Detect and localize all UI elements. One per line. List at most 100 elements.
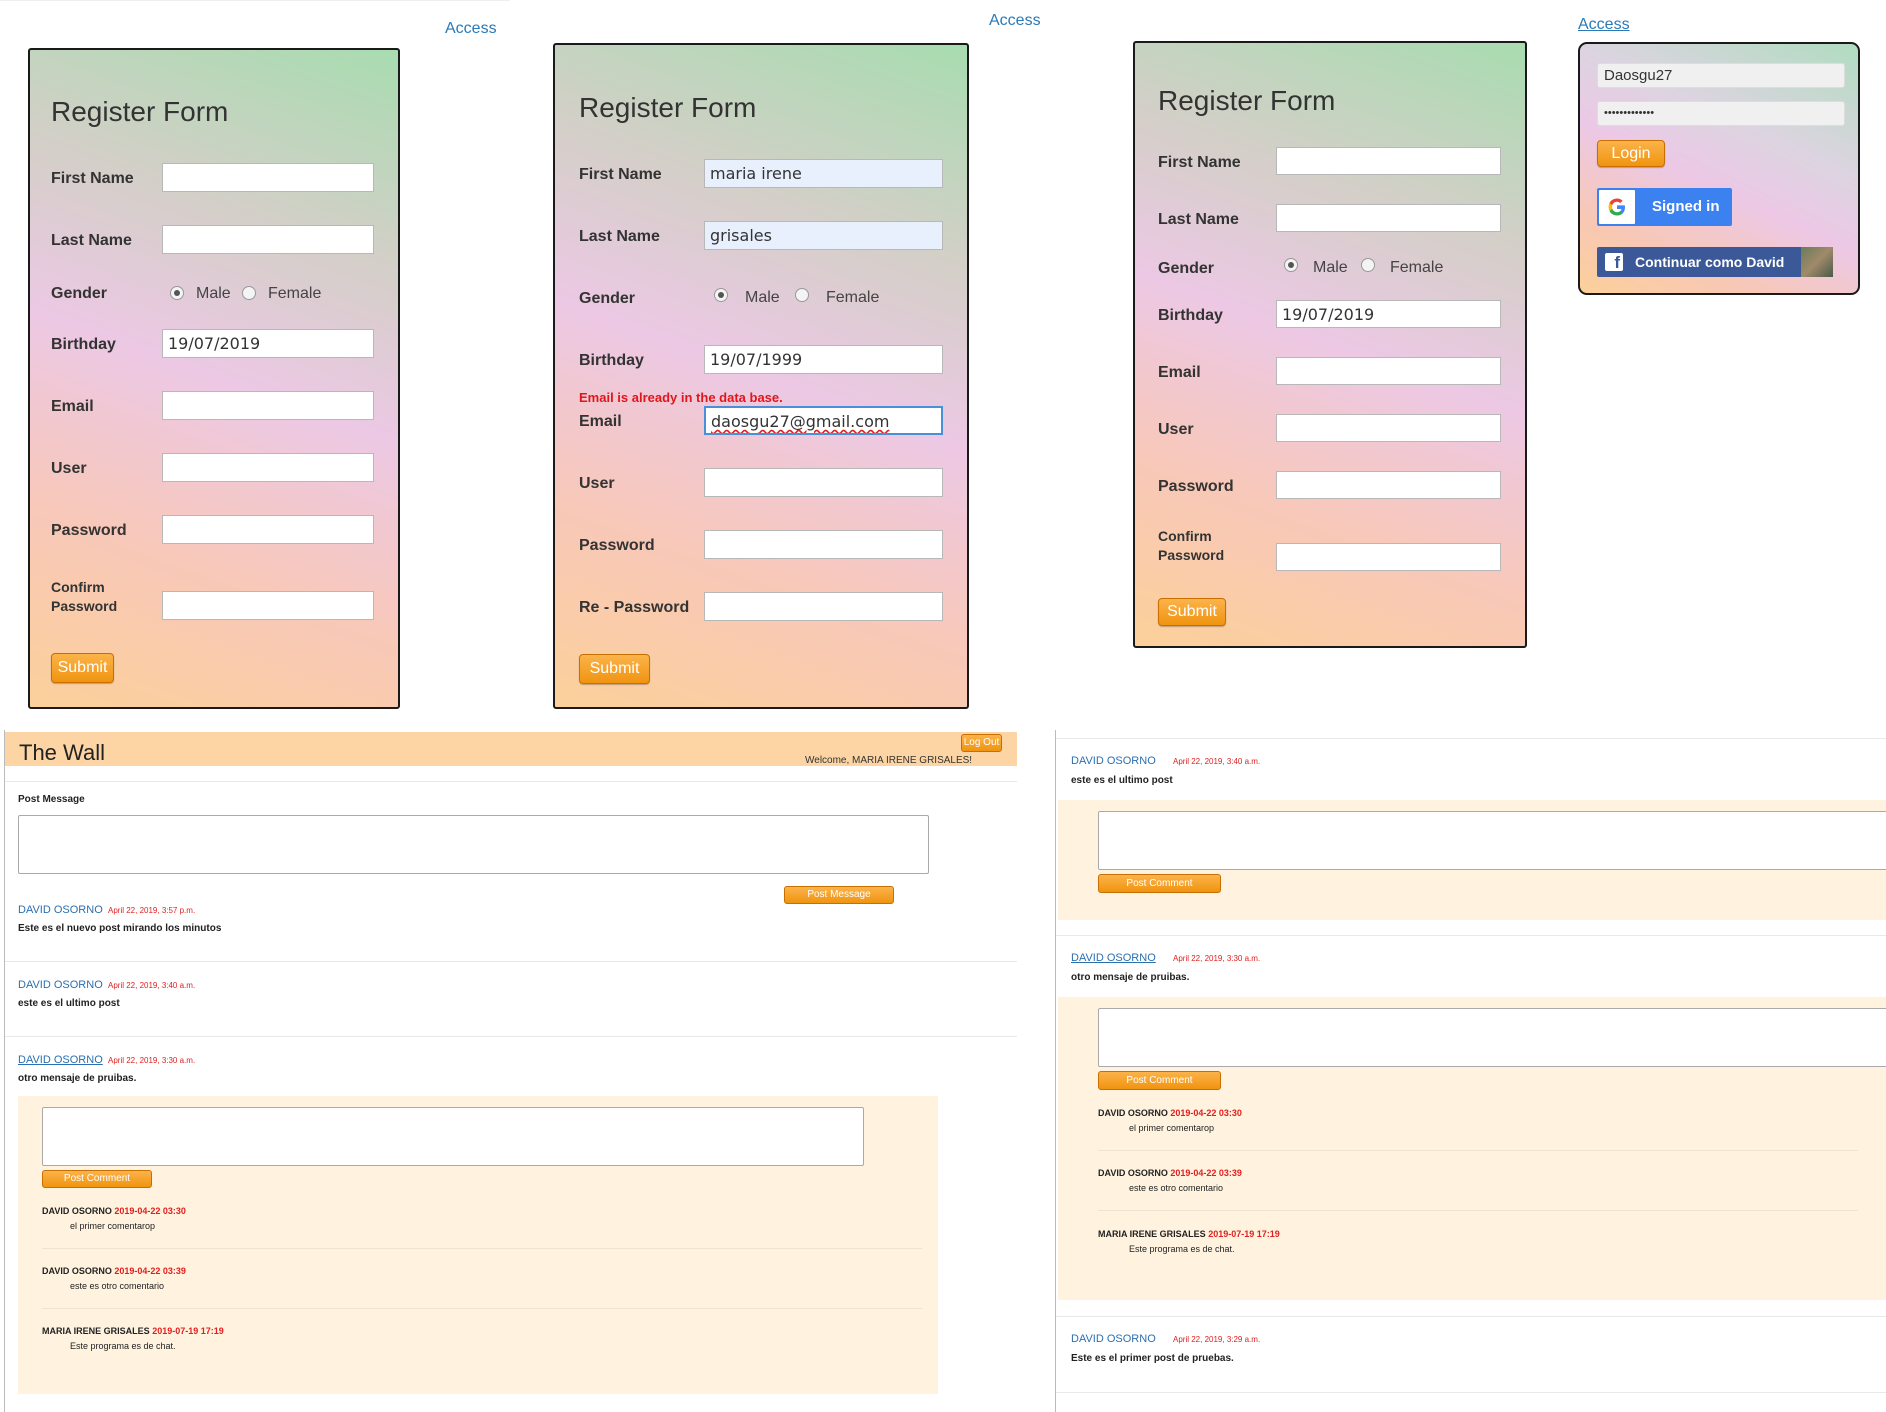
- google-signin-button[interactable]: Signed in: [1597, 188, 1732, 226]
- access-link-2[interactable]: Access: [989, 12, 1041, 30]
- comment-text: Este programa es de chat.: [1129, 1244, 1235, 1254]
- male-radio[interactable]: [170, 286, 184, 300]
- comment-author-name: DAVID OSORNO: [42, 1206, 112, 1216]
- user-input[interactable]: [1276, 414, 1501, 442]
- last-name-label: Last Name: [579, 228, 660, 245]
- first-name-input[interactable]: [1276, 147, 1501, 175]
- post-author[interactable]: DAVID OSORNO: [1071, 952, 1156, 964]
- female-radio[interactable]: [242, 286, 256, 300]
- post-comment-button[interactable]: Post Comment: [1098, 874, 1221, 893]
- post-author[interactable]: DAVID OSORNO: [1071, 1333, 1156, 1345]
- comment-textarea[interactable]: [1098, 811, 1886, 870]
- post-comment-button[interactable]: Post Comment: [42, 1170, 152, 1188]
- comment-timestamp: 2019-04-22 03:30: [114, 1206, 186, 1216]
- post-divider: [5, 1036, 1017, 1037]
- last-name-input[interactable]: [162, 225, 374, 254]
- comment-timestamp: 2019-07-19 17:19: [1208, 1229, 1280, 1239]
- comments-section: Post Comment: [1058, 800, 1886, 920]
- wall-header: The Wall Log Out Welcome, MARIA IRENE GR…: [5, 732, 1017, 766]
- comment-author-name: DAVID OSORNO: [1098, 1108, 1168, 1118]
- password-label: Password: [1158, 478, 1234, 495]
- female-radio[interactable]: [1361, 258, 1375, 272]
- login-panel: Daosgu27 ••••••••••••• Login Signed in f…: [1578, 42, 1860, 295]
- email-label: Email: [51, 398, 94, 415]
- submit-button[interactable]: Submit: [51, 653, 114, 683]
- submit-button[interactable]: Submit: [579, 654, 650, 684]
- first-name-input[interactable]: maria irene: [704, 159, 943, 188]
- access-link-3[interactable]: Access: [1578, 16, 1630, 34]
- email-input[interactable]: [1276, 357, 1501, 385]
- gender-label: Gender: [1158, 260, 1215, 277]
- post-text: este es el ultimo post: [18, 998, 120, 1009]
- comment-text: el primer comentarop: [1129, 1123, 1215, 1133]
- user-label: User: [1158, 421, 1194, 438]
- comment-timestamp: 2019-04-22 03:39: [1170, 1168, 1242, 1178]
- post-divider: [1056, 1316, 1886, 1317]
- last-name-input[interactable]: [1276, 204, 1501, 232]
- comment-text: este es otro comentario: [70, 1281, 165, 1291]
- female-radio[interactable]: [795, 288, 809, 302]
- post-message-textarea[interactable]: [18, 815, 929, 874]
- user-label: User: [579, 475, 615, 492]
- header-underline: [5, 781, 1017, 782]
- comment-text: este es otro comentario: [1129, 1183, 1224, 1193]
- post-timestamp: April 22, 2019, 3:30 a.m.: [1173, 954, 1261, 963]
- password-input[interactable]: [704, 530, 943, 559]
- password-input[interactable]: [162, 515, 374, 544]
- birthday-input[interactable]: 19/07/2019: [1276, 300, 1501, 328]
- welcome-message: Welcome, MARIA IRENE GRISALES!: [805, 755, 973, 766]
- confirm-password-input[interactable]: [1276, 543, 1501, 571]
- male-radio[interactable]: [714, 288, 728, 302]
- access-link[interactable]: Access: [445, 20, 497, 38]
- post-message-button[interactable]: Post Message: [784, 886, 894, 904]
- post-author[interactable]: DAVID OSORNO: [18, 979, 103, 991]
- birthday-input[interactable]: 19/07/1999: [704, 345, 943, 374]
- user-input[interactable]: [704, 468, 943, 497]
- first-name-label: First Name: [579, 166, 662, 183]
- gender-label: Gender: [579, 290, 636, 307]
- comment-author-name: MARIA IRENE GRISALES: [1098, 1229, 1206, 1239]
- confirm-password-input[interactable]: [162, 591, 374, 620]
- email-input[interactable]: daosgu27@gmail.com: [704, 406, 943, 435]
- post-timestamp: April 22, 2019, 3:40 a.m.: [108, 981, 196, 990]
- password-label: Password: [579, 537, 655, 554]
- first-name-input[interactable]: [162, 163, 374, 192]
- post-author[interactable]: DAVID OSORNO: [18, 904, 103, 916]
- post-timestamp: April 22, 2019, 3:57 p.m.: [108, 906, 196, 915]
- post-text: otro mensaje de pruibas.: [1071, 972, 1190, 983]
- post-author[interactable]: DAVID OSORNO: [18, 1054, 103, 1066]
- post-text: Este es el nuevo post mirando los minuto…: [18, 923, 222, 934]
- male-radio[interactable]: [1284, 258, 1298, 272]
- post-comment-button[interactable]: Post Comment: [1098, 1071, 1221, 1090]
- register-form-2: Register Form First Name maria irene Las…: [553, 43, 969, 709]
- google-button-label: Signed in: [1652, 198, 1720, 215]
- comment-author: MARIA IRENE GRISALES 2019-07-19 17:19: [1098, 1229, 1280, 1239]
- top-divider-line: [0, 0, 510, 1]
- gender-label: Gender: [51, 285, 108, 302]
- password-input[interactable]: •••••••••••••: [1597, 101, 1845, 126]
- email-input[interactable]: [162, 391, 374, 420]
- comment-author-name: DAVID OSORNO: [1098, 1168, 1168, 1178]
- comment-textarea[interactable]: [1098, 1008, 1886, 1067]
- last-name-input[interactable]: grisales: [704, 221, 943, 250]
- post-divider: [1056, 1392, 1886, 1393]
- username-input[interactable]: Daosgu27: [1597, 63, 1845, 88]
- post-author[interactable]: DAVID OSORNO: [1071, 755, 1156, 767]
- repassword-input[interactable]: [704, 592, 943, 621]
- top-divider: [1056, 738, 1886, 739]
- birthday-input[interactable]: 19/07/2019: [162, 329, 374, 358]
- facebook-continue-button[interactable]: f Continuar como David: [1597, 247, 1833, 277]
- comment-text: el primer comentarop: [70, 1221, 156, 1231]
- user-input[interactable]: [162, 453, 374, 482]
- logout-button[interactable]: Log Out: [961, 734, 1002, 752]
- facebook-logo-icon: f: [1605, 253, 1623, 272]
- login-button[interactable]: Login: [1597, 140, 1665, 167]
- password-input[interactable]: [1276, 471, 1501, 499]
- male-label: Male: [745, 289, 780, 306]
- comment-text: Este programa es de chat.: [70, 1341, 176, 1351]
- submit-button[interactable]: Submit: [1158, 598, 1226, 626]
- comments-section: Post Comment DAVID OSORNO 2019-04-22 03:…: [18, 1096, 938, 1394]
- confirm-password-label: Confirm Password: [51, 578, 117, 616]
- comment-timestamp: 2019-07-19 17:19: [152, 1326, 224, 1336]
- comment-textarea[interactable]: [42, 1107, 864, 1166]
